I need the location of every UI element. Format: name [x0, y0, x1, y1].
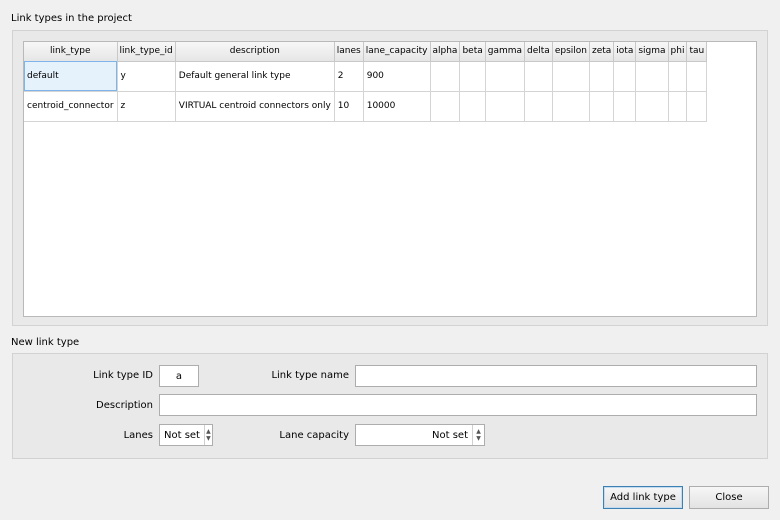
column-header-epsilon[interactable]: epsilon	[552, 42, 590, 62]
table-cell[interactable]	[668, 61, 688, 92]
lane-capacity-spinbox[interactable]: Not set ▲ ▼	[355, 424, 485, 446]
table-cell[interactable]	[485, 91, 526, 122]
table-cell[interactable]	[459, 61, 486, 92]
column-header-alpha[interactable]: alpha	[430, 42, 461, 62]
column-header-lanes[interactable]: lanes	[334, 42, 364, 62]
spin-up-icon[interactable]: ▲	[206, 428, 211, 435]
column-header-sigma[interactable]: sigma	[635, 42, 669, 62]
table-cell[interactable]	[589, 61, 615, 92]
table-cell[interactable]: z	[117, 91, 176, 122]
lanes-spinbox[interactable]: Not set ▲ ▼	[159, 424, 213, 446]
table-cell[interactable]: 10	[334, 91, 364, 122]
spin-down-icon[interactable]: ▼	[206, 435, 211, 442]
table-cell[interactable]	[686, 91, 708, 122]
table-cell[interactable]: 2	[334, 61, 364, 92]
column-header-phi[interactable]: phi	[668, 42, 688, 62]
link-type-id-input[interactable]: a	[159, 365, 199, 387]
table-row[interactable]: centroid_connector z VIRTUAL centroid co…	[24, 91, 708, 122]
table-cell[interactable]: 10000	[363, 91, 431, 122]
table-cell[interactable]: y	[117, 61, 176, 92]
link-type-id-label: Link type ID	[93, 370, 153, 381]
description-input[interactable]	[159, 394, 757, 416]
link-type-name-input[interactable]	[355, 365, 757, 387]
spin-arrows[interactable]: ▲ ▼	[472, 425, 484, 445]
table-cell[interactable]	[589, 91, 615, 122]
table-cell[interactable]: centroid_connector	[24, 91, 118, 122]
column-header-zeta[interactable]: zeta	[589, 42, 615, 62]
lanes-label: Lanes	[123, 430, 153, 441]
table-cell[interactable]	[635, 61, 669, 92]
table-cell[interactable]	[552, 91, 590, 122]
spin-arrows[interactable]: ▲ ▼	[203, 425, 212, 445]
column-header-link-type-id[interactable]: link_type_id	[117, 42, 176, 62]
column-header-beta[interactable]: beta	[459, 42, 486, 62]
table-cell[interactable]	[524, 61, 553, 92]
lanes-value: Not set	[164, 429, 200, 441]
column-header-gamma[interactable]: gamma	[485, 42, 526, 62]
table-row[interactable]: default y Default general link type 2 90…	[24, 61, 708, 92]
link-types-table[interactable]: link_type link_type_id description lanes…	[23, 41, 757, 317]
column-header-lane-capacity[interactable]: lane_capacity	[363, 42, 431, 62]
column-header-iota[interactable]: iota	[613, 42, 637, 62]
add-link-type-button[interactable]: Add link type	[603, 486, 683, 509]
table-cell[interactable]	[635, 91, 669, 122]
column-header-description[interactable]: description	[175, 42, 335, 62]
table-cell[interactable]	[524, 91, 553, 122]
table-cell[interactable]	[668, 91, 688, 122]
new-link-type-group-title: New link type	[11, 337, 80, 348]
table-cell[interactable]: VIRTUAL centroid connectors only	[175, 91, 335, 122]
column-header-link-type[interactable]: link_type	[24, 42, 118, 62]
table-cell[interactable]	[613, 91, 637, 122]
table-cell[interactable]	[459, 91, 486, 122]
link-types-group-title: Link types in the project	[11, 13, 132, 24]
lane-capacity-label: Lane capacity	[279, 430, 349, 441]
table-cell[interactable]	[613, 61, 637, 92]
table-header-row: link_type link_type_id description lanes…	[24, 42, 708, 62]
table-cell[interactable]	[430, 91, 461, 122]
table-cell[interactable]: Default general link type	[175, 61, 335, 92]
table-cell[interactable]	[552, 61, 590, 92]
table-cell[interactable]	[686, 61, 708, 92]
table-cell[interactable]	[430, 61, 461, 92]
close-button[interactable]: Close	[689, 486, 769, 509]
link-types-grid: link_type link_type_id description lanes…	[24, 42, 708, 122]
column-header-delta[interactable]: delta	[524, 42, 553, 62]
description-label: Description	[96, 400, 153, 411]
spin-up-icon[interactable]: ▲	[476, 428, 481, 435]
spin-down-icon[interactable]: ▼	[476, 435, 481, 442]
table-cell[interactable]: default	[24, 61, 118, 92]
lane-capacity-value: Not set	[432, 429, 468, 441]
table-cell[interactable]: 900	[363, 61, 431, 92]
link-type-name-label: Link type name	[271, 370, 349, 381]
column-header-tau[interactable]: tau	[686, 42, 708, 62]
table-cell[interactable]	[485, 61, 526, 92]
